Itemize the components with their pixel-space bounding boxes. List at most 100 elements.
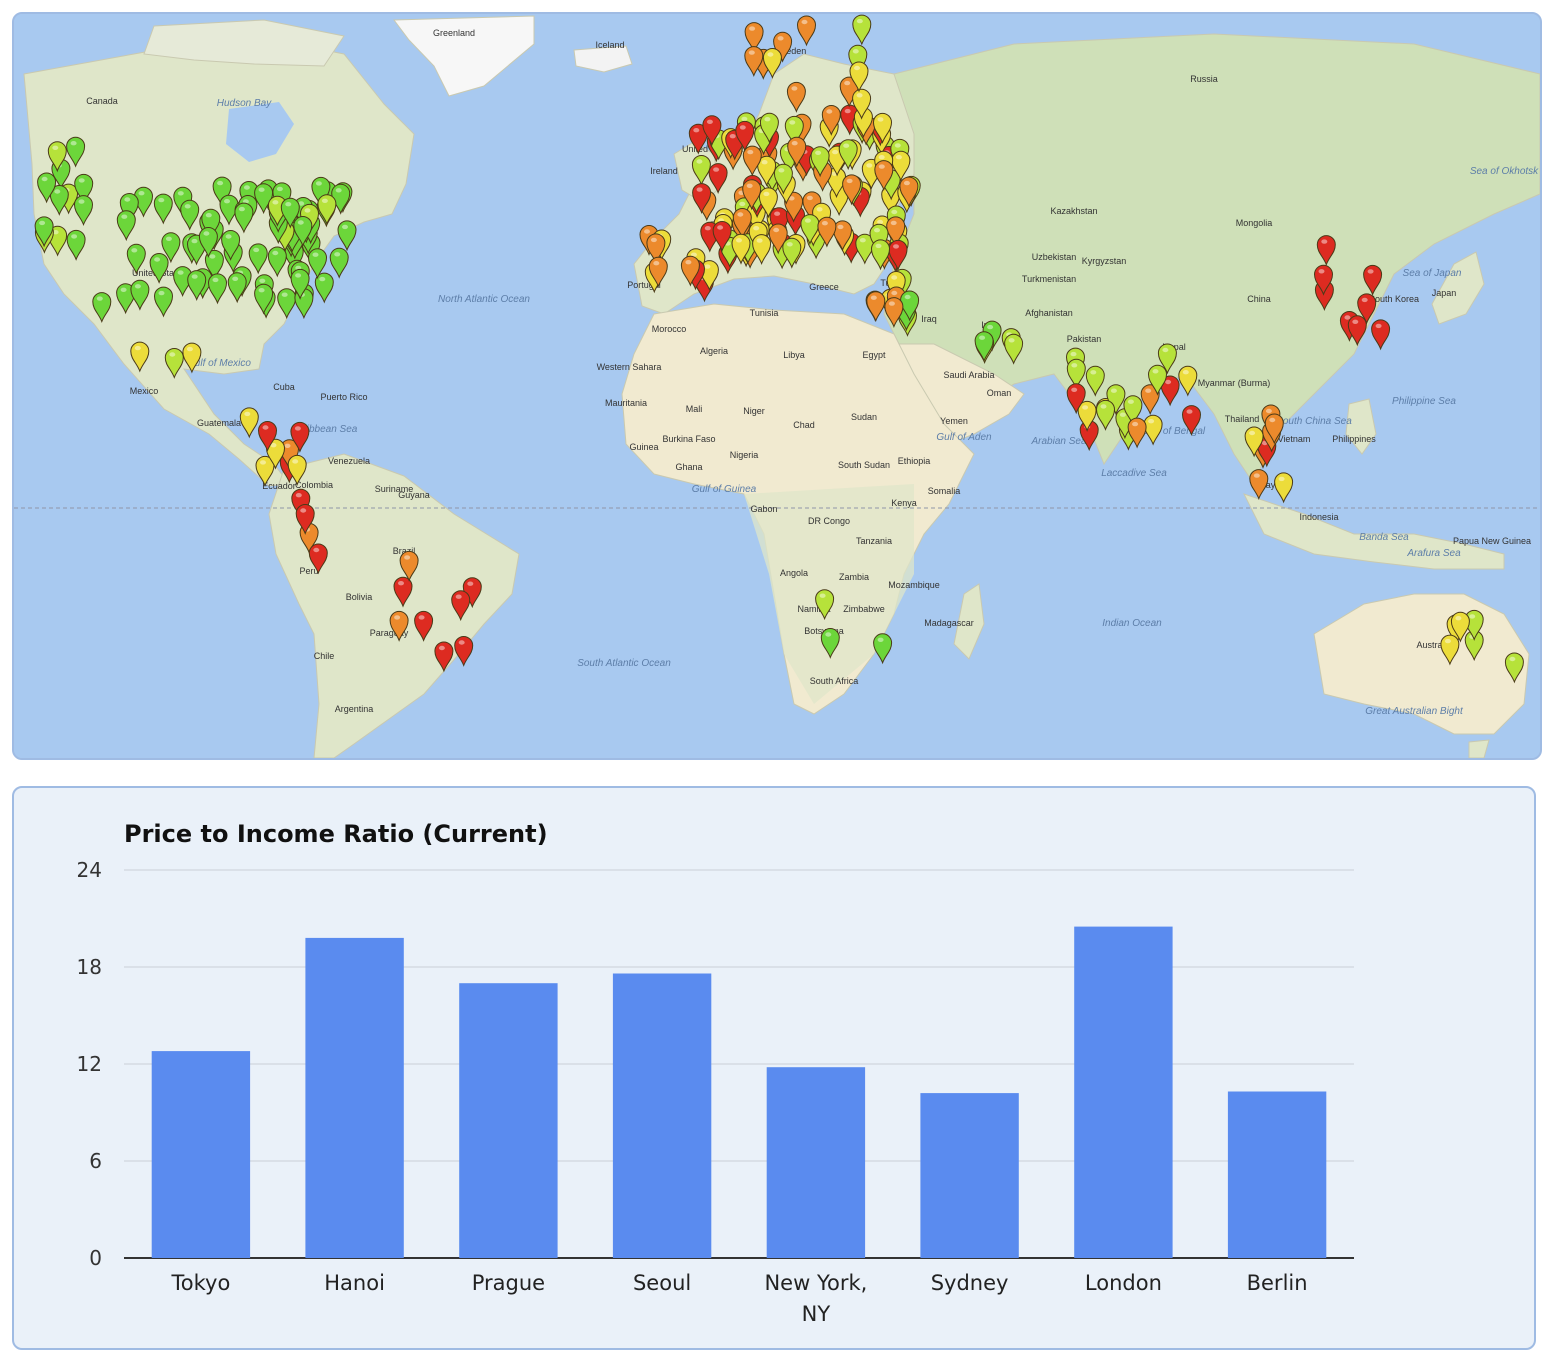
- pin-highlight: [904, 294, 911, 300]
- ocean-label-north-atlantic-ocean: North Atlantic Ocean: [438, 294, 530, 305]
- pin-highlight: [789, 120, 796, 125]
- map-label-mexico: Mexico: [130, 386, 159, 396]
- ocean-label-indian-ocean: Indian Ocean: [1102, 618, 1162, 629]
- pin-highlight: [713, 167, 720, 172]
- pin-highlight: [203, 231, 210, 236]
- map-label-niger: Niger: [743, 406, 765, 416]
- x-tick-label: Prague: [472, 1271, 545, 1295]
- map-label-libya: Libya: [783, 350, 805, 360]
- map-label-saudi-arabia: Saudi Arabia: [943, 370, 994, 380]
- map-label-iceland: Iceland: [595, 40, 624, 50]
- ocean-label-sea-of-japan: Sea of Japan: [1403, 268, 1462, 279]
- pin-highlight: [138, 191, 145, 196]
- pin-highlight: [335, 188, 342, 193]
- pin-highlight: [856, 18, 863, 24]
- pin-highlight: [467, 581, 474, 586]
- pin-highlight: [121, 214, 128, 219]
- map-label-uzbekistan: Uzbekistan: [1032, 252, 1077, 262]
- map-label-canada: Canada: [86, 96, 118, 106]
- map-label-iraq: Iraq: [921, 314, 937, 324]
- map-label-ecuador: Ecuador: [262, 481, 296, 491]
- map-canvas[interactable]: CanadaGreenlandIcelandSwedenRussiaIrelan…: [14, 14, 1540, 758]
- map-label-argentina: Argentina: [335, 704, 374, 714]
- pin-highlight: [653, 261, 660, 266]
- map-label-greece: Greece: [809, 282, 839, 292]
- pin-highlight: [394, 615, 401, 620]
- pin-highlight: [903, 180, 910, 186]
- pin-highlight: [295, 493, 302, 498]
- pin-highlight: [244, 411, 251, 417]
- pin-highlight: [1509, 656, 1516, 662]
- pin-highlight: [704, 226, 711, 231]
- pin-highlight: [737, 212, 744, 217]
- pin-highlight: [791, 141, 798, 146]
- x-tick-label-line: NY: [802, 1302, 831, 1326]
- map-label-cuba: Cuba: [273, 382, 295, 392]
- pin-highlight: [777, 36, 784, 41]
- ocean-label-sea-of-okhotsk: Sea of Okhotsk: [1470, 166, 1539, 177]
- pin-highlight: [304, 208, 311, 213]
- y-tick-label: 6: [89, 1149, 102, 1173]
- pin-highlight: [891, 209, 898, 215]
- map-label-egypt: Egypt: [862, 350, 886, 360]
- bars: [151, 926, 1327, 1258]
- pin-highlight: [124, 197, 131, 202]
- pin-highlight: [1090, 370, 1097, 375]
- pin-highlight: [285, 202, 292, 207]
- y-tick-label: 0: [89, 1246, 102, 1270]
- pin-highlight: [1344, 315, 1351, 320]
- ocean-label-south-china-sea: South China Sea: [1276, 416, 1352, 427]
- pin-highlight: [1182, 370, 1189, 375]
- map-label-philippines: Philippines: [1332, 434, 1376, 444]
- pin-highlight: [177, 270, 184, 275]
- pin-highlight: [78, 199, 85, 204]
- map-label-gabon: Gabon: [750, 504, 777, 514]
- pin-highlight: [791, 86, 798, 91]
- pin-highlight: [874, 228, 880, 233]
- pin-highlight: [1152, 369, 1159, 374]
- pin-highlight: [891, 275, 898, 280]
- pin-highlight: [334, 252, 341, 257]
- pin-highlight: [71, 234, 78, 239]
- map-label-guatemala: Guatemala: [197, 418, 241, 428]
- pin-highlight: [154, 257, 161, 262]
- map-label-zambia: Zambia: [839, 572, 869, 582]
- pin-highlight: [878, 164, 885, 169]
- pin-highlight: [756, 238, 763, 243]
- pin-highlight: [761, 160, 768, 165]
- ocean-label-arabian-sea: Arabian Sea: [1030, 436, 1086, 447]
- pin-highlight: [177, 191, 184, 196]
- map-label-algeria: Algeria: [700, 346, 728, 356]
- pin-highlight: [778, 168, 785, 173]
- map-label-kazakhstan: Kazakhstan: [1050, 206, 1097, 216]
- pin-highlight: [685, 260, 692, 265]
- map-label-vietnam: Vietnam: [1278, 434, 1311, 444]
- pin-highlight: [979, 335, 986, 340]
- x-tick-label: Tokyo: [171, 1271, 231, 1295]
- pin-highlight: [158, 290, 165, 296]
- pin-highlight: [1318, 269, 1325, 274]
- pin-highlight: [243, 185, 250, 190]
- map-label-western-sahara: Western Sahara: [597, 362, 662, 372]
- map-label-kyrgyzstan: Kyrgyzstan: [1082, 256, 1127, 266]
- pin-highlight: [767, 52, 774, 57]
- pin-highlight: [120, 287, 127, 292]
- map-label-mali: Mali: [686, 404, 703, 414]
- x-tick-label: Seoul: [633, 1271, 691, 1295]
- map-label-china: China: [1247, 294, 1271, 304]
- pin-highlight: [70, 141, 77, 146]
- map-label-tanzania: Tanzania: [856, 536, 892, 546]
- pin-highlight: [644, 229, 650, 234]
- pin-highlight: [1278, 476, 1285, 482]
- world-map[interactable]: Canada Greenland Iceland Sweden Russia Irelan…: [12, 12, 1542, 760]
- x-tick-label-line: New York,: [764, 1271, 867, 1295]
- pin-highlight: [131, 248, 138, 253]
- pin-highlight: [1110, 388, 1117, 393]
- pin-highlight: [748, 50, 755, 55]
- pin-highlight: [846, 178, 853, 184]
- x-tick-label-line: Sydney: [931, 1271, 1009, 1295]
- map-label-guinea: Guinea: [629, 442, 658, 452]
- pin-highlight: [696, 187, 703, 192]
- pin-highlight: [1127, 399, 1134, 404]
- map-label-yemen: Yemen: [940, 416, 968, 426]
